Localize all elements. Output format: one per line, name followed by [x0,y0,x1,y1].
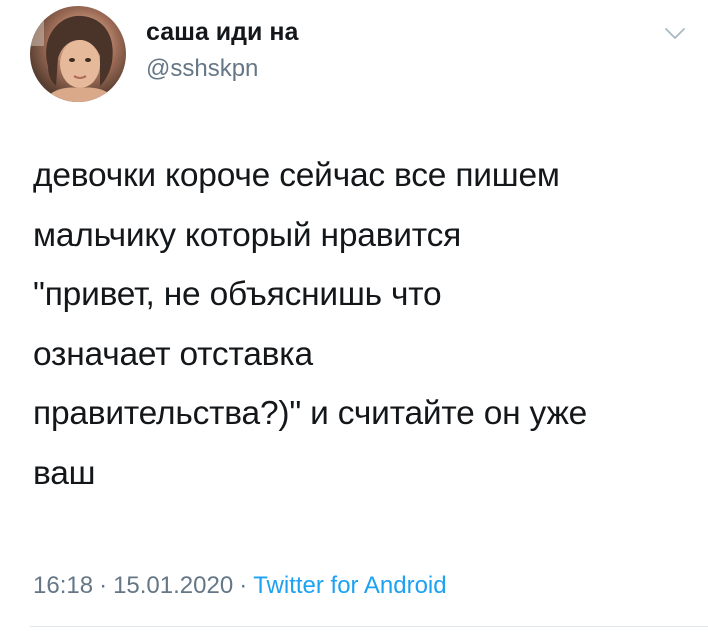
tweet-date[interactable]: 15.01.2020 [113,572,233,599]
tweet-metadata: 16:18 · 15.01.2020 · Twitter for Android [33,572,447,600]
chevron-down-icon[interactable] [664,26,686,42]
author-handle[interactable]: @sshskpn [146,55,258,83]
tweet-time[interactable]: 16:18 [33,572,93,599]
avatar-photo [30,6,116,102]
meta-separator: · [239,572,248,599]
divider [30,626,708,627]
meta-separator: · [99,572,108,599]
avatar[interactable] [30,6,126,102]
tweet-card: саша иди на @sshskpn девочки короче сейч… [0,0,708,639]
author-display-name[interactable]: саша иди на [146,18,298,47]
tweet-source-link[interactable]: Twitter for Android [253,572,446,599]
tweet-text: девочки короче сейчас все пишем мальчику… [33,157,588,492]
